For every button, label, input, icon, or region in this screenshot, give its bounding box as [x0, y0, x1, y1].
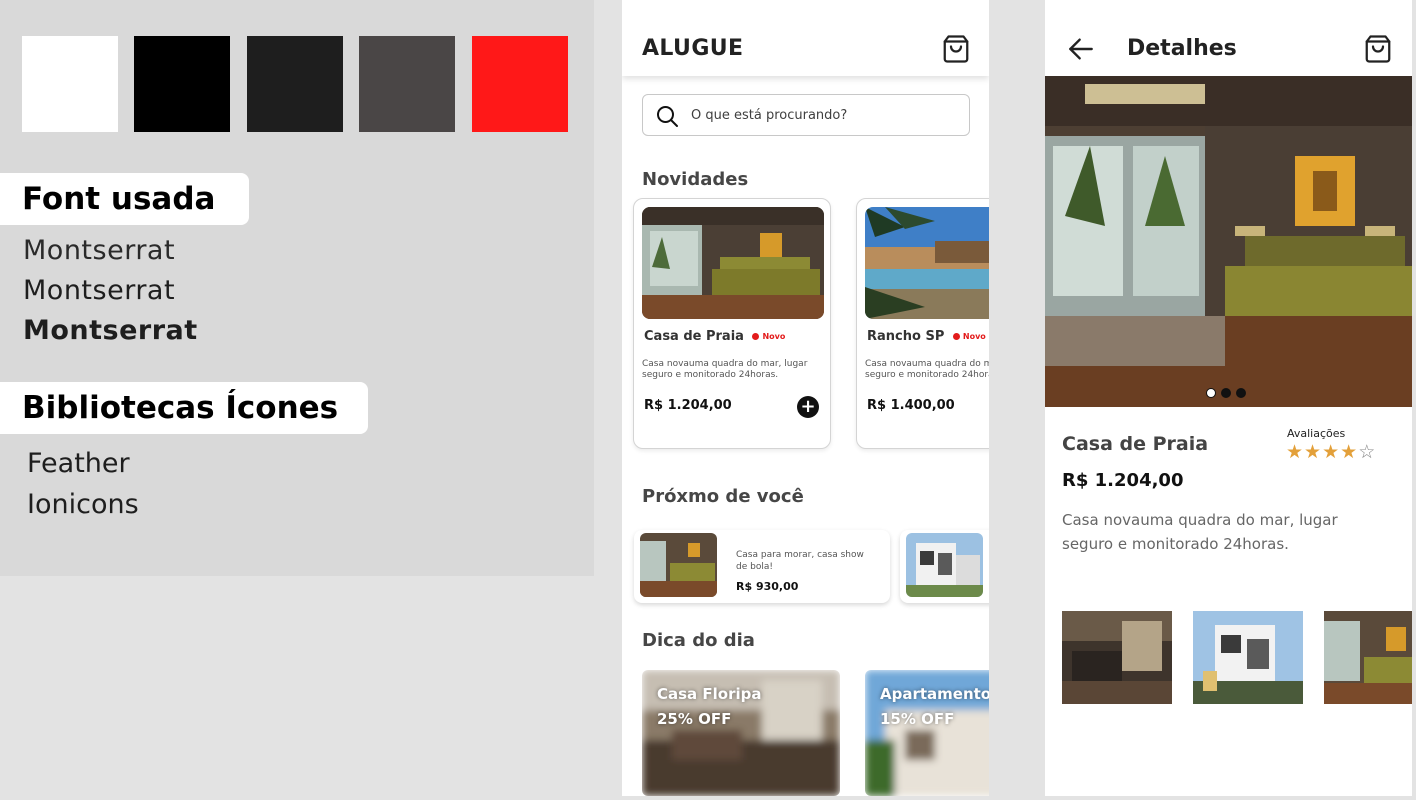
gallery-image[interactable] — [1193, 611, 1303, 704]
nearby-section-title: Próxmo de você — [642, 486, 804, 507]
font-sample-light: Montserrat — [23, 235, 176, 266]
details-header: Detalhes — [1045, 0, 1412, 76]
font-sample-bold: Montserrat — [23, 315, 198, 346]
color-swatch-red — [472, 36, 568, 132]
tip-name: Apartamento — [880, 685, 989, 703]
home-header: ALUGUE — [622, 0, 989, 76]
style-guide-panel: Font usada Montserrat Montserrat Montser… — [0, 0, 594, 576]
icon-library-feather: Feather — [27, 448, 130, 479]
font-sample-regular: Montserrat — [23, 275, 176, 306]
carousel-dot[interactable] — [1221, 388, 1231, 398]
gallery-image[interactable] — [1062, 611, 1172, 704]
carousel-dot[interactable] — [1206, 388, 1216, 398]
color-swatch-gray — [359, 36, 455, 132]
tip-card[interactable]: Apartamento 15% OFF — [865, 670, 989, 796]
badge-label: Novo — [762, 332, 786, 341]
carousel-indicator — [1206, 388, 1246, 398]
tip-label: Apartamento 15% OFF — [880, 682, 989, 732]
font-heading: Font usada — [0, 173, 249, 225]
nearby-description: Casa para morar, casa show de bola! — [736, 550, 864, 572]
nearby-price: R$ 930,00 — [736, 580, 799, 593]
property-name: Casa de Praia — [1062, 433, 1209, 455]
property-image — [642, 207, 824, 319]
dot-icon — [952, 333, 960, 340]
app-title: ALUGUE — [642, 36, 744, 61]
tip-label: Casa Floripa 25% OFF — [657, 682, 762, 732]
star-filled-icon[interactable]: ★ — [1322, 442, 1339, 462]
dot-icon — [752, 333, 760, 340]
property-hero-image[interactable] — [1045, 76, 1412, 407]
star-filled-icon[interactable]: ★ — [1304, 442, 1321, 462]
property-description: Casa novauma quadra do mar, lugar seguro… — [642, 359, 808, 380]
star-empty-icon[interactable]: ☆ — [1358, 442, 1375, 462]
tip-discount: 15% OFF — [880, 710, 955, 728]
property-image — [865, 207, 989, 319]
news-section-title: Novidades — [642, 169, 749, 190]
new-badge: Novo — [952, 332, 986, 341]
color-swatch-white — [22, 36, 118, 132]
tip-card[interactable]: Casa Floripa 25% OFF — [642, 670, 840, 796]
plus-circle-icon[interactable]: + — [797, 396, 819, 418]
property-price: R$ 1.204,00 — [1062, 470, 1184, 491]
gallery-image[interactable] — [1324, 611, 1412, 704]
property-description: Casa novauma quadra do mar, lugar seguro… — [865, 359, 989, 380]
color-swatch-black — [134, 36, 230, 132]
shopping-bag-icon[interactable] — [1363, 34, 1393, 64]
property-image — [906, 533, 983, 597]
tip-name: Casa Floripa — [657, 685, 762, 703]
rating-label: Avaliações — [1287, 427, 1346, 440]
property-image — [640, 533, 717, 597]
property-name-text: Rancho SP — [867, 329, 945, 344]
property-name-text: Casa de Praia — [644, 329, 744, 344]
shopping-bag-icon[interactable] — [941, 34, 971, 64]
news-card[interactable]: Casa de Praia Novo Casa novauma quadra d… — [633, 198, 831, 449]
nearby-item[interactable]: Casa para morar, casa show de bola! R$ 9… — [634, 530, 890, 603]
news-card[interactable]: Rancho SP Novo Casa novauma quadra do ma… — [856, 198, 989, 449]
star-filled-icon[interactable]: ★ — [1340, 442, 1357, 462]
carousel-dot[interactable] — [1236, 388, 1246, 398]
arrow-left-icon[interactable] — [1065, 33, 1097, 65]
icons-heading: Bibliotecas Ícones — [0, 382, 368, 434]
home-screen: ALUGUE Novidades — [622, 0, 989, 796]
details-title: Detalhes — [1127, 36, 1237, 61]
property-description: Casa novauma quadra do mar, lugar seguro… — [1062, 511, 1338, 553]
star-filled-icon[interactable]: ★ — [1286, 442, 1303, 462]
search-bar — [642, 94, 970, 136]
details-screen: Detalhes Casa de Praia R$ 1.204,00 Avali… — [1045, 0, 1412, 796]
nearby-item[interactable] — [900, 530, 989, 603]
badge-label: Novo — [962, 332, 986, 341]
property-name: Rancho SP Novo — [867, 329, 986, 344]
tips-section-title: Dica do dia — [642, 630, 755, 651]
search-icon — [657, 106, 678, 127]
rating-stars[interactable]: ★ ★ ★ ★ ☆ — [1286, 442, 1375, 462]
property-price: R$ 1.204,00 — [644, 398, 732, 413]
color-swatch-dark-gray — [247, 36, 343, 132]
property-name: Casa de Praia Novo — [644, 329, 785, 344]
icon-library-ionicons: Ionicons — [27, 489, 139, 520]
property-price: R$ 1.400,00 — [867, 398, 955, 413]
tip-discount: 25% OFF — [657, 710, 732, 728]
search-input[interactable] — [691, 104, 961, 126]
new-badge: Novo — [752, 332, 785, 341]
